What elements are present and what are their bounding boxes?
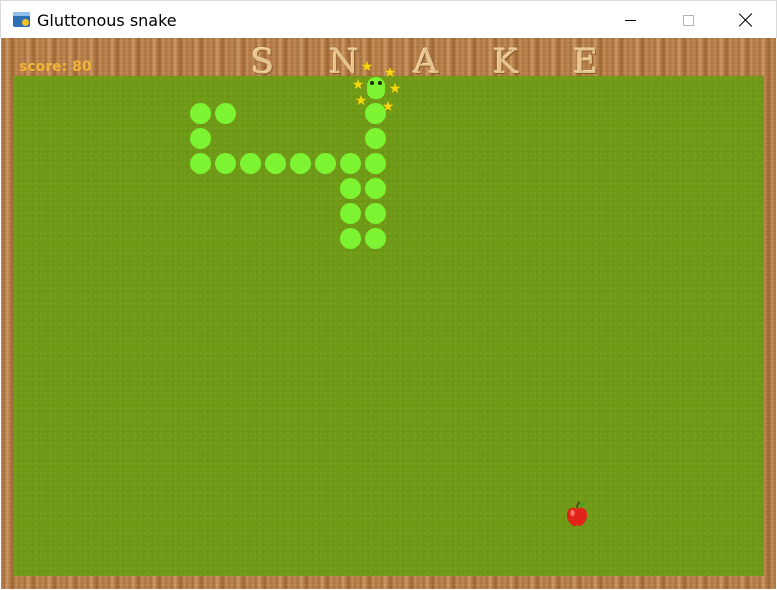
star-icon: ★ [388, 81, 402, 97]
star-icon: ★ [383, 65, 397, 81]
star-icon: ★ [351, 77, 365, 93]
snake-segment [340, 228, 361, 249]
score-label: score: 80 [19, 59, 92, 75]
snake-segment [190, 153, 211, 174]
close-button[interactable] [717, 1, 775, 39]
snake-segment [190, 103, 211, 124]
snake-eye [378, 81, 382, 85]
window-titlebar: Gluttonous snake [0, 0, 777, 38]
star-icon: ★ [381, 99, 395, 115]
python-app-icon [13, 12, 30, 27]
snake-eye [370, 81, 374, 85]
snake-segment [215, 103, 236, 124]
minimize-button[interactable] [601, 1, 659, 39]
star-icon: ★ [354, 93, 368, 109]
snake-segment [240, 153, 261, 174]
maximize-icon [682, 14, 694, 26]
close-icon [739, 13, 753, 27]
apple-icon [567, 501, 587, 526]
snake-head [367, 77, 385, 99]
minimize-icon [624, 19, 636, 21]
snake-segment [315, 153, 336, 174]
snake-segment [340, 178, 361, 199]
snake-segment [215, 153, 236, 174]
game-canvas[interactable]: S N A K E score: 80 ★ ★ ★ ★ ★ ★ [1, 38, 776, 589]
snake-segment [340, 153, 361, 174]
window-title: Gluttonous snake [37, 11, 177, 30]
snake-segment [190, 128, 211, 149]
maximize-button[interactable] [659, 1, 717, 39]
snake-segment [365, 128, 386, 149]
snake-segment [365, 228, 386, 249]
snake-segment [340, 203, 361, 224]
star-icon: ★ [360, 59, 374, 75]
snake-segment [365, 178, 386, 199]
snake-segment [290, 153, 311, 174]
snake-segment [265, 153, 286, 174]
grass-field [13, 76, 764, 576]
snake-segment [365, 203, 386, 224]
snake-segment [365, 153, 386, 174]
